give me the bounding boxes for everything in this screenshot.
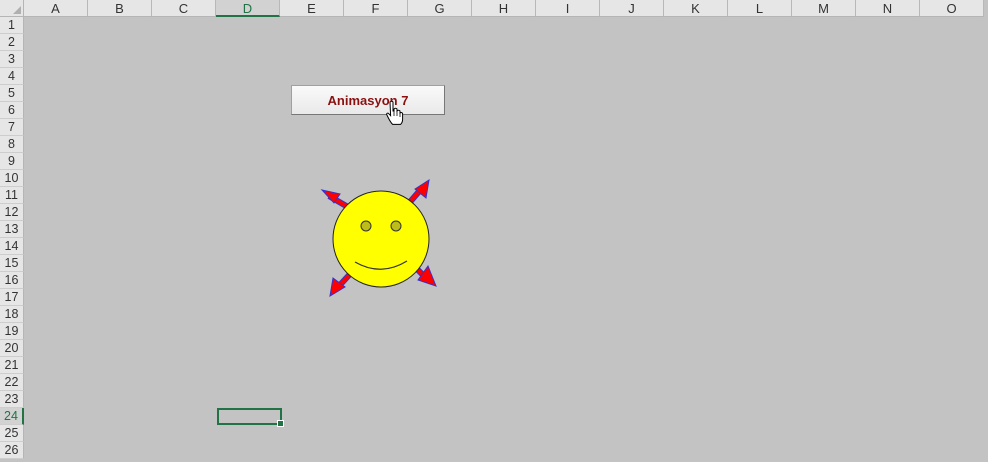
column-header-h[interactable]: H	[472, 0, 536, 17]
arrow-up-left-icon	[320, 189, 350, 210]
row-header-18[interactable]: 18	[0, 306, 24, 323]
row-header-6[interactable]: 6	[0, 102, 24, 119]
row-header-1[interactable]: 1	[0, 17, 24, 34]
arrow-up-right-icon	[407, 178, 430, 204]
row-header-19[interactable]: 19	[0, 323, 24, 340]
row-header-24[interactable]: 24	[0, 408, 24, 425]
row-header-2[interactable]: 2	[0, 34, 24, 51]
row-header-15[interactable]: 15	[0, 255, 24, 272]
row-header-9[interactable]: 9	[0, 153, 24, 170]
column-header-j[interactable]: J	[600, 0, 664, 17]
column-header-g[interactable]: G	[408, 0, 472, 17]
column-header-f[interactable]: F	[344, 0, 408, 17]
fill-handle[interactable]	[277, 420, 284, 427]
column-header-b[interactable]: B	[88, 0, 152, 17]
row-header-22[interactable]: 22	[0, 374, 24, 391]
column-header-n[interactable]: N	[856, 0, 920, 17]
column-header-e[interactable]: E	[280, 0, 344, 17]
row-header-20[interactable]: 20	[0, 340, 24, 357]
left-eye	[360, 220, 372, 232]
column-header-l[interactable]: L	[728, 0, 792, 17]
column-header-a[interactable]: A	[24, 0, 88, 17]
smiley-face	[332, 190, 430, 288]
row-header-4[interactable]: 4	[0, 68, 24, 85]
row-header-11[interactable]: 11	[0, 187, 24, 204]
row-header-13[interactable]: 13	[0, 221, 24, 238]
column-headers: ABCDEFGHIJKLMNO	[24, 0, 988, 17]
row-header-21[interactable]: 21	[0, 357, 24, 374]
row-header-7[interactable]: 7	[0, 119, 24, 136]
smiley-shape[interactable]	[318, 176, 442, 300]
column-header-c[interactable]: C	[152, 0, 216, 17]
row-header-10[interactable]: 10	[0, 170, 24, 187]
animation-button[interactable]: Animasyon 7	[291, 85, 445, 115]
row-header-23[interactable]: 23	[0, 391, 24, 408]
column-header-k[interactable]: K	[664, 0, 728, 17]
row-header-5[interactable]: 5	[0, 85, 24, 102]
right-eye	[390, 220, 402, 232]
row-header-26[interactable]: 26	[0, 442, 24, 459]
row-header-16[interactable]: 16	[0, 272, 24, 289]
column-header-d[interactable]: D	[216, 0, 280, 17]
select-all-corner[interactable]	[0, 0, 24, 17]
row-header-3[interactable]: 3	[0, 51, 24, 68]
column-header-o[interactable]: O	[920, 0, 984, 17]
selected-cell[interactable]	[217, 408, 284, 427]
column-header-i[interactable]: I	[536, 0, 600, 17]
row-header-14[interactable]: 14	[0, 238, 24, 255]
row-header-8[interactable]: 8	[0, 136, 24, 153]
spreadsheet: ABCDEFGHIJKLMNO 1 2 3 4 5 6 7 8 9 10 11 12 13 14 15 16 1…	[0, 0, 988, 462]
row-header-17[interactable]: 17	[0, 289, 24, 306]
arrow-down-left-icon	[329, 270, 354, 297]
column-header-m[interactable]: M	[792, 0, 856, 17]
row-header-12[interactable]: 12	[0, 204, 24, 221]
row-header-25[interactable]: 25	[0, 425, 24, 442]
